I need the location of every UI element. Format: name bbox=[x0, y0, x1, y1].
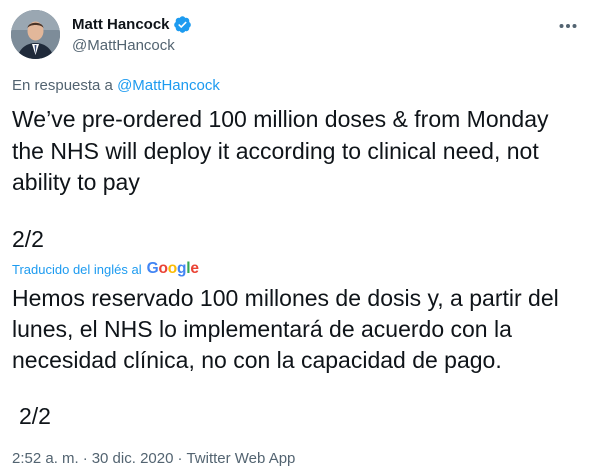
tweet-text: We’ve pre-ordered 100 million doses & fr… bbox=[12, 106, 549, 195]
meta-separator: · bbox=[82, 450, 88, 467]
meta-separator: · bbox=[177, 450, 183, 467]
google-logo-letter: g bbox=[177, 260, 187, 277]
google-logo-letter: e bbox=[190, 260, 199, 277]
reply-context: En respuesta a @MattHancock bbox=[12, 77, 220, 94]
tweet-thread-count: 2/2 bbox=[12, 226, 44, 252]
tweet-date[interactable]: 30 dic. 2020 bbox=[92, 450, 174, 467]
more-options-button[interactable] bbox=[553, 12, 583, 38]
translation-attribution[interactable]: Traducido del inglés al Google bbox=[12, 260, 199, 278]
reply-prefix: En respuesta a bbox=[12, 77, 118, 94]
tweet-metadata: 2:52 a. m. · 30 dic. 2020 · Twitter Web App bbox=[12, 450, 295, 467]
tweet-time[interactable]: 2:52 a. m. bbox=[12, 450, 79, 467]
translated-thread-count: 2/2 bbox=[19, 403, 51, 429]
avatar[interactable] bbox=[11, 10, 60, 59]
author-handle[interactable]: @MattHancock bbox=[72, 37, 175, 54]
author-display-name[interactable]: Matt Hancock bbox=[72, 16, 170, 33]
reply-handle-link[interactable]: @MattHancock bbox=[117, 77, 220, 94]
translated-text: Hemos reservado 100 millones de dosis y,… bbox=[12, 285, 559, 373]
google-logo-letter: G bbox=[146, 260, 159, 277]
google-logo-letter: o bbox=[167, 260, 178, 277]
author-name-row: Matt Hancock bbox=[72, 15, 192, 34]
verified-badge-icon bbox=[173, 15, 192, 34]
more-dots-icon bbox=[558, 16, 578, 34]
google-logo: Google bbox=[147, 260, 199, 278]
google-logo-letter: o bbox=[158, 260, 168, 277]
tweet-source[interactable]: Twitter Web App bbox=[186, 450, 295, 467]
translation-label: Traducido del inglés al bbox=[12, 261, 142, 277]
